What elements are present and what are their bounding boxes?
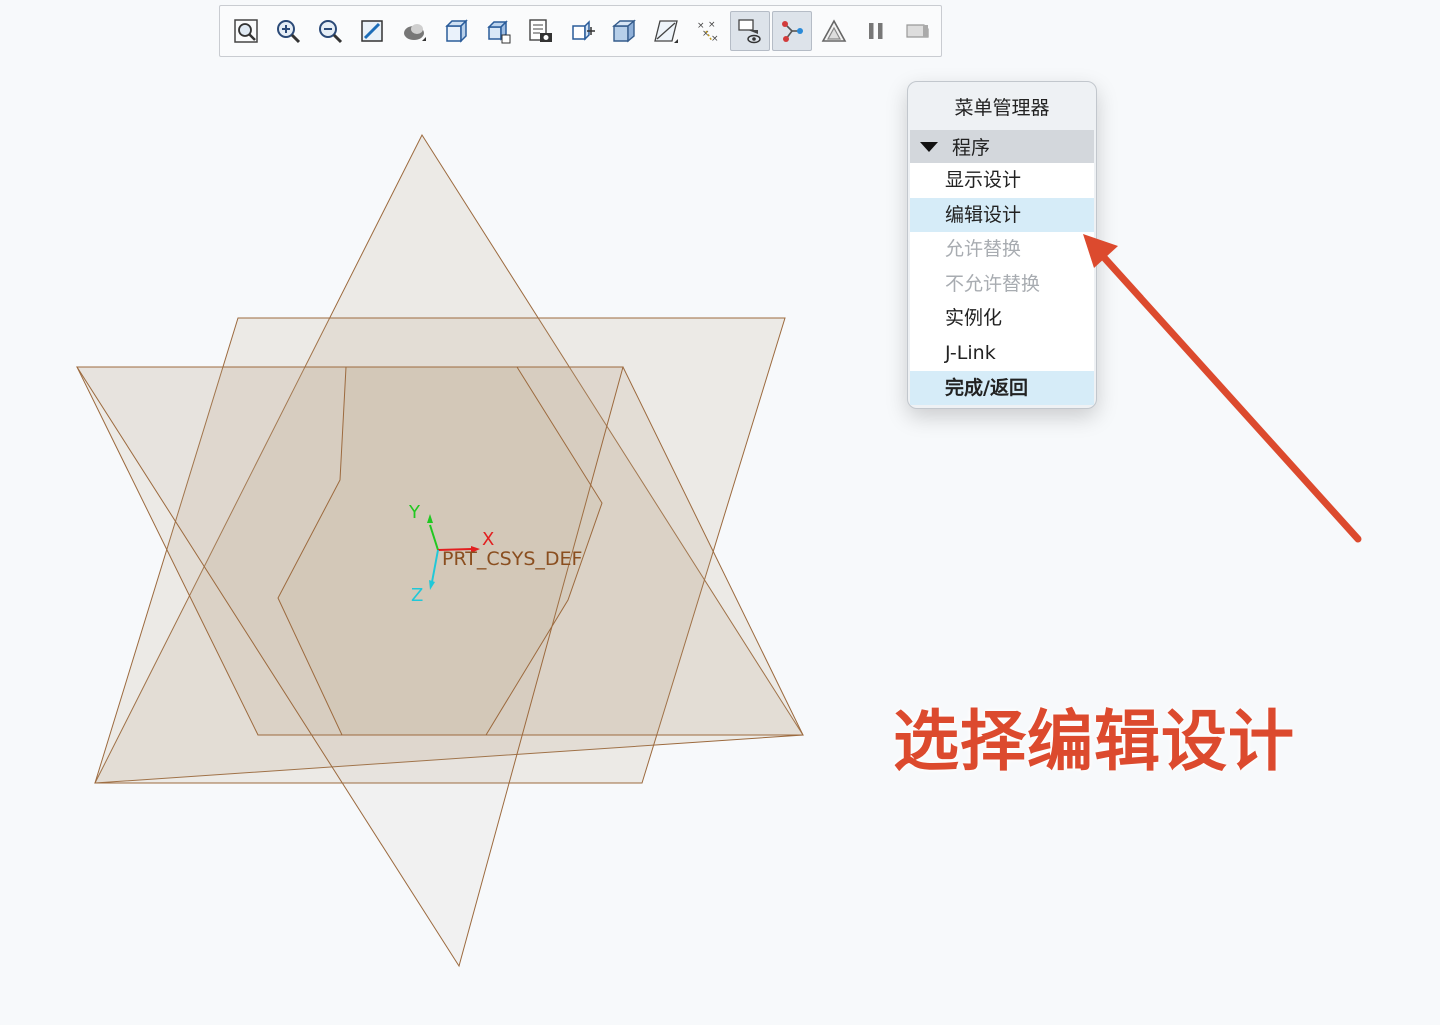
view-toolbar: × × × ×	[219, 5, 942, 57]
model-viewport[interactable]	[0, 0, 1440, 1025]
saved-orientations-button[interactable]	[478, 11, 518, 51]
plane-display-icon	[572, 20, 595, 41]
menu-manager: 菜单管理器 程序 显示设计 编辑设计 允许替换 不允许替换 实例化 J-Link…	[907, 81, 1097, 409]
plane-display-button[interactable]	[562, 11, 602, 51]
graphics-window[interactable]: Y X Z PRT_CSYS_DEF × × × × 菜单管理器 程序 显示设计…	[0, 0, 1440, 1025]
csys-display-icon	[738, 19, 761, 44]
menu-item-disallow-replace: 不允许替换	[945, 272, 1041, 295]
next-icon	[906, 24, 929, 38]
caret-down-icon	[920, 141, 938, 152]
view-list-button[interactable]	[520, 11, 560, 51]
menu-section-program[interactable]: 程序	[910, 130, 1094, 163]
menu-title: 菜单管理器	[954, 97, 1050, 119]
datum-plane-tag-button[interactable]	[646, 11, 686, 51]
pause-icon	[869, 23, 883, 39]
axis-display-button[interactable]	[604, 11, 644, 51]
zoom-in-button[interactable]	[268, 11, 308, 51]
pause-button[interactable]	[856, 11, 896, 51]
menu-section-label: 程序	[952, 137, 991, 159]
axis-display-icon	[612, 19, 636, 43]
menu-item-show-design[interactable]: 显示设计	[910, 163, 1094, 198]
datum-plane-tag-icon	[654, 20, 678, 43]
annotation-display-button[interactable]	[814, 11, 854, 51]
axis-z-label: Z	[411, 585, 424, 606]
svg-text:×: ×	[702, 29, 710, 39]
view-manager-button[interactable]	[394, 11, 434, 51]
axis-y-label: Y	[409, 502, 420, 523]
menu-item-done-return[interactable]: 完成/返回	[910, 370, 1094, 406]
spin-center-button[interactable]	[772, 11, 812, 51]
zoom-out-button[interactable]	[310, 11, 350, 51]
display-style-button[interactable]	[436, 11, 476, 51]
refit-button[interactable]	[226, 11, 266, 51]
menu-item-instantiate[interactable]: 实例化	[910, 301, 1094, 336]
zoom-out-icon	[319, 20, 343, 44]
spin-center-icon	[782, 21, 803, 42]
annotation-display-icon	[821, 19, 847, 42]
menu-items: 显示设计 编辑设计 允许替换 不允许替换 实例化 J-Link 完成/返回	[910, 163, 1094, 406]
view-list-icon	[529, 19, 552, 42]
saved-orientations-icon	[487, 20, 511, 44]
csys-label[interactable]: PRT_CSYS_DEF	[442, 548, 582, 570]
refit-icon	[234, 19, 258, 43]
point-display-icon: × ×× ×	[697, 20, 719, 44]
point-display-button[interactable]: × × × ×	[688, 11, 728, 51]
menu-item-allow-replace: 允许替换	[945, 238, 1022, 261]
zoom-in-icon	[277, 20, 301, 44]
menu-item-jlink[interactable]: J-Link	[910, 336, 1094, 371]
axis-x-label: X	[482, 529, 495, 550]
display-style-icon	[445, 19, 468, 43]
menu-item-edit-design[interactable]: 编辑设计	[910, 197, 1094, 233]
annotation-caption: 选择编辑设计	[893, 703, 1295, 780]
svg-text:×: ×	[711, 34, 719, 44]
repaint-button[interactable]	[352, 11, 392, 51]
view-manager-icon	[404, 24, 426, 41]
repaint-icon	[361, 20, 383, 42]
next-button[interactable]	[898, 11, 938, 51]
csys-display-button[interactable]	[730, 11, 770, 51]
